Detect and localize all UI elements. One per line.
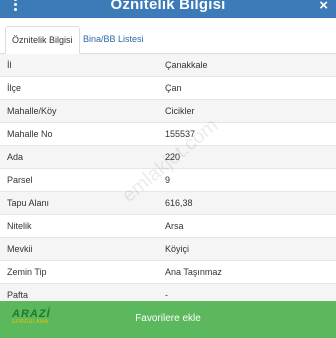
row-key: Ada	[7, 152, 24, 162]
row-value: Arsa	[165, 221, 184, 231]
table-row: Mevkii Köyiçi	[0, 238, 336, 261]
table-row: Mahalle/Köy Cicikler	[0, 100, 336, 123]
row-key: Mevkii	[7, 244, 33, 254]
row-value: Çanakkale	[165, 60, 208, 70]
row-value: 9	[165, 175, 171, 185]
row-value: Cicikler	[165, 106, 195, 116]
attribute-table: İl Çanakkale İlçe Çan Mahalle/Köy Cicikl…	[0, 54, 336, 307]
table-row: Tapu Alanı 616,38	[0, 192, 336, 215]
row-key: Mahalle No	[7, 129, 53, 139]
table-row: Parsel 9	[0, 169, 336, 192]
tab-oznitelik-bilgisi[interactable]: Öznitelik Bilgisi	[5, 26, 80, 54]
table-row: İlçe Çan	[0, 77, 336, 100]
close-icon[interactable]: ×	[319, 0, 328, 14]
row-value: Köyiçi	[165, 244, 190, 254]
row-key: Mahalle/Köy	[7, 106, 57, 116]
row-value: 155537	[165, 129, 196, 139]
row-value: Ana Taşınmaz	[165, 267, 222, 277]
add-to-favorites-button[interactable]: Favorilere ekle	[0, 313, 336, 324]
row-value: 220	[165, 152, 181, 162]
table-row: İl Çanakkale	[0, 54, 336, 77]
row-key: Pafta	[7, 290, 29, 300]
row-value: Çan	[165, 83, 182, 93]
row-key: Nitelik	[7, 221, 32, 231]
table-row: Nitelik Arsa	[0, 215, 336, 238]
tab-bar: Öznitelik Bilgisi Bina/BB Listesi	[0, 18, 336, 54]
row-value: -	[165, 290, 168, 300]
row-key: Zemin Tip	[7, 267, 47, 277]
row-key: Tapu Alanı	[7, 198, 50, 208]
table-row: Mahalle No 155537	[0, 123, 336, 146]
table-row: Zemin Tip Ana Taşınmaz	[0, 261, 336, 284]
row-key: İl	[7, 60, 12, 70]
tab-bina-bb-listesi[interactable]: Bina/BB Listesi	[77, 26, 150, 54]
table-row: Ada 220	[0, 146, 336, 169]
window-title: Öznitelik Bilgisi	[110, 0, 226, 13]
row-value: 616,38	[165, 198, 193, 208]
window-titlebar: Öznitelik Bilgisi ×	[0, 0, 336, 18]
footer-bar: ARAZİ SORGULAMA Favorilere ekle	[0, 301, 336, 338]
row-key: İlçe	[7, 83, 22, 93]
row-key: Parsel	[7, 175, 33, 185]
